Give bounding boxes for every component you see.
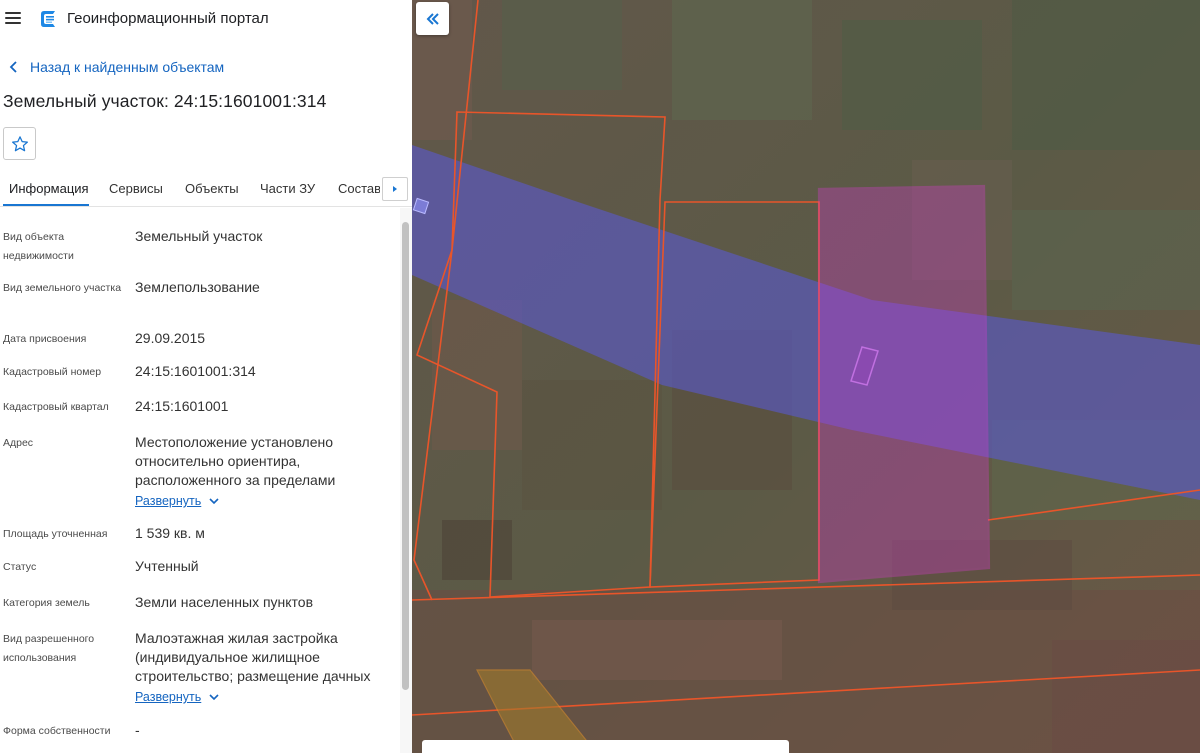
back-link-label: Назад к найденным объектам <box>30 59 225 75</box>
property-value: Землепользование <box>135 279 260 295</box>
tab-information[interactable]: Информация <box>9 181 89 196</box>
property-label: Площадь уточненная <box>3 528 108 540</box>
property-value: 1 539 кв. м <box>135 525 205 541</box>
active-tab-indicator <box>3 204 89 206</box>
favorite-button[interactable] <box>3 127 36 160</box>
property-value: Учтенный <box>135 558 199 574</box>
property-value-address: Местоположение установлено относительно … <box>135 434 336 488</box>
double-chevron-left-icon <box>426 12 439 25</box>
property-label: Кадастровый номер <box>3 366 102 378</box>
chevron-down-icon <box>209 694 219 701</box>
map-bottom-toolbar[interactable] <box>422 740 789 753</box>
property-label: Дата присвоения <box>3 333 87 345</box>
info-panel: Геоинформационный портал Назад к найденн… <box>0 0 412 753</box>
tab-parcel-parts[interactable]: Части ЗУ <box>260 181 315 196</box>
star-outline-icon <box>11 135 28 151</box>
property-value: 24:15:1601001 <box>135 398 229 414</box>
tab-services[interactable]: Сервисы <box>109 181 163 196</box>
property-value: Земли населенных пунктов <box>135 594 314 610</box>
map-view[interactable] <box>412 0 1200 753</box>
expand-address-link[interactable]: Развернуть <box>135 494 219 508</box>
property-value: 24:15:1601001:314 <box>135 363 256 379</box>
top-bar: Геоинформационный портал <box>0 0 412 38</box>
collapse-panel-button[interactable] <box>416 2 449 35</box>
tab-composition[interactable]: Состав <box>338 181 380 196</box>
portal-logo-icon <box>41 11 55 27</box>
property-label: Кадастровый квартал <box>3 401 109 413</box>
expand-label: Развернуть <box>135 494 202 508</box>
scrollbar-thumb[interactable] <box>402 222 409 690</box>
property-label: Категория земель <box>3 597 90 609</box>
property-label: Статус <box>3 561 37 573</box>
back-to-results-link[interactable]: Назад к найденным объектам <box>8 57 224 77</box>
property-value: - <box>135 722 140 738</box>
tabs-scroll-right-button[interactable] <box>382 177 408 201</box>
chevron-down-icon <box>209 498 219 505</box>
tab-bar: Информация Сервисы Объекты Части ЗУ Сост… <box>0 170 412 207</box>
property-value-permitted-use: Малоэтажная жилая застройка (индивидуаль… <box>135 630 371 684</box>
satellite-imagery <box>412 0 1200 753</box>
property-label: Вид разрешенного использования <box>3 633 95 664</box>
property-label: Вид земельного участка <box>3 282 122 294</box>
tab-objects[interactable]: Объекты <box>185 181 239 196</box>
property-label: Форма собственности <box>3 725 111 737</box>
triangle-right-icon <box>393 186 397 192</box>
expand-label: Развернуть <box>135 690 202 704</box>
property-label: Адрес <box>3 437 34 449</box>
selected-parcel[interactable] <box>817 184 991 584</box>
property-value: Земельный участок <box>135 228 263 244</box>
hamburger-menu-icon[interactable] <box>5 11 21 25</box>
portal-title: Геоинформационный портал <box>67 10 269 27</box>
property-value: 29.09.2015 <box>135 330 206 346</box>
expand-permitted-use-link[interactable]: Развернуть <box>135 690 219 704</box>
properties-list: Вид объекта недвижимости Земельный участ… <box>0 208 400 753</box>
object-title: Земельный участок: 24:15:1601001:314 <box>3 91 327 111</box>
property-label: Вид объекта недвижимости <box>3 231 74 262</box>
chevron-left-icon <box>9 61 17 73</box>
